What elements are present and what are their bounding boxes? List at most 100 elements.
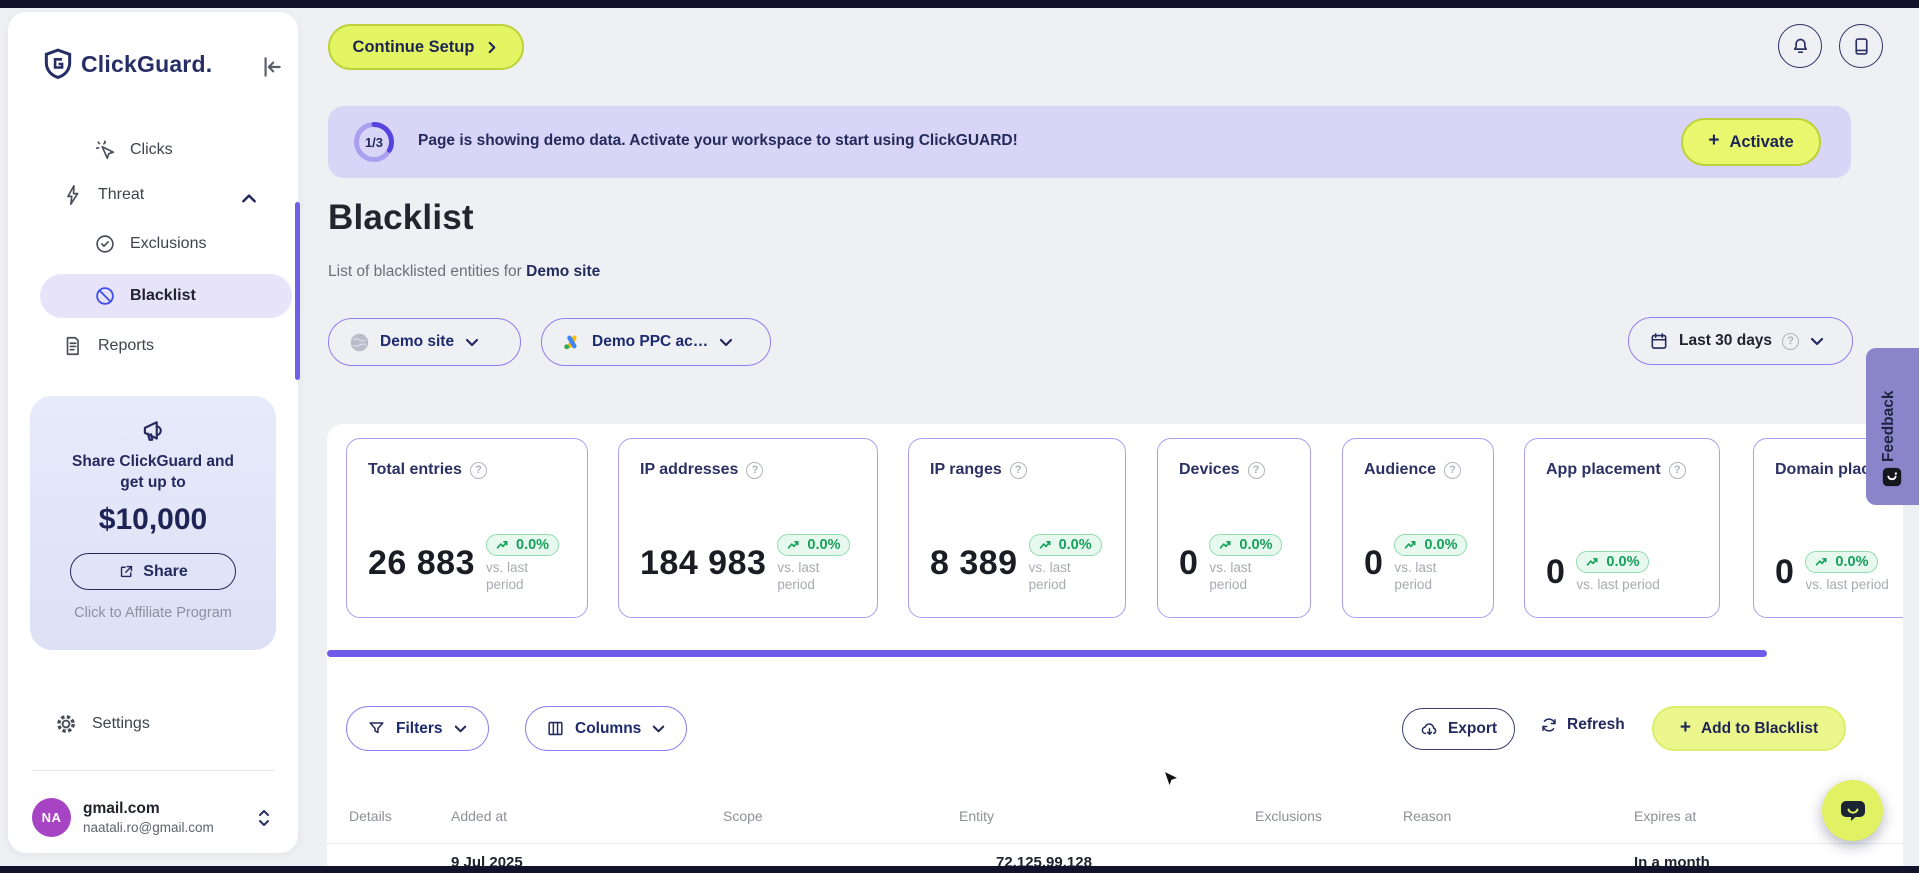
chat-bubble-icon (1840, 800, 1865, 821)
stat-card-devices: Devices? 0 0.0% vs. last period (1157, 438, 1311, 618)
stat-delta-badge: 0.0% (777, 534, 851, 556)
google-ads-icon (564, 335, 577, 350)
stat-card-ip-ranges: IP ranges? 8 389 0.0% vs. last period (908, 438, 1126, 618)
banner-message: Page is showing demo data. Activate your… (418, 132, 1018, 149)
cursor-click-icon (95, 140, 115, 160)
refresh-button[interactable]: Refresh (1540, 716, 1625, 734)
stats-horizontal-scrollbar[interactable] (327, 650, 1767, 657)
help-icon[interactable]: ? (469, 461, 487, 479)
sidebar-item-reports[interactable]: Reports (62, 335, 154, 357)
bell-icon (1793, 38, 1807, 53)
stat-value: 0 (1364, 544, 1384, 582)
columns-icon (548, 721, 563, 736)
sidebar-divider (32, 770, 274, 771)
column-header-entity[interactable]: Entity (959, 808, 994, 824)
trending-up-icon (1039, 540, 1051, 549)
help-icon: ? (1782, 332, 1800, 350)
sidebar-item-blacklist[interactable]: Blacklist (40, 274, 292, 318)
sidebar-collapse-icon[interactable] (258, 54, 284, 80)
filters-button[interactable]: Filters (346, 706, 489, 751)
sidebar-item-settings[interactable]: Settings (54, 712, 150, 736)
help-icon[interactable]: ? (1668, 461, 1686, 479)
chevron-down-icon (1810, 337, 1824, 346)
stat-delta-badge: 0.0% (1805, 551, 1879, 573)
column-header-added-at[interactable]: Added at (451, 808, 507, 824)
trending-up-icon (1816, 557, 1827, 566)
stat-value: 8 389 (930, 544, 1018, 582)
document-icon (66, 336, 79, 356)
ppc-account-value: Demo PPC ac… (592, 333, 709, 350)
help-icon[interactable]: ? (1444, 461, 1462, 479)
stat-vs-label: vs. last period (1576, 577, 1660, 592)
plus-icon: + (1708, 130, 1720, 151)
column-header-exclusions[interactable]: Exclusions (1255, 808, 1322, 824)
affiliate-link[interactable]: Click to Affiliate Program (30, 605, 276, 621)
sidebar-item-exclusions[interactable]: Exclusions (94, 233, 206, 255)
column-header-details[interactable]: Details (349, 808, 392, 824)
stat-vs-label: vs. last period (486, 560, 529, 592)
feedback-tab[interactable]: Feedback (1866, 348, 1919, 505)
date-range-selector[interactable]: Last 30 days ? (1628, 317, 1853, 365)
column-header-scope[interactable]: Scope (723, 808, 763, 824)
column-header-reason[interactable]: Reason (1403, 808, 1451, 824)
sidebar-scrollbar[interactable] (295, 202, 300, 380)
promo-text-line2: get up to (120, 474, 186, 491)
stat-vs-label: vs. last period (1394, 560, 1437, 592)
trending-up-icon (496, 540, 508, 549)
promo-text-line1: Share ClickGuard and (72, 453, 234, 470)
help-icon[interactable]: ? (1247, 461, 1265, 479)
stat-card-ip-addresses: IP addresses? 184 983 0.0% vs. last peri… (618, 438, 878, 618)
activate-button[interactable]: + Activate (1681, 118, 1821, 166)
stat-label: Audience (1364, 461, 1437, 478)
site-selector[interactable]: Demo site (328, 318, 521, 366)
sidebar-item-label: Reports (98, 337, 155, 354)
chevron-up-icon[interactable] (240, 190, 258, 208)
stat-card-audience: Audience? 0 0.0% vs. last period (1342, 438, 1494, 618)
chevron-down-icon (653, 725, 665, 733)
columns-button[interactable]: Columns (525, 706, 688, 751)
date-range-value: Last 30 days (1679, 332, 1773, 349)
cloud-download-icon (1421, 722, 1437, 735)
stat-delta-badge: 0.0% (1394, 534, 1468, 556)
filters-label: Filters (396, 719, 443, 737)
page-subtitle: List of blacklisted entities for Demo si… (328, 263, 600, 281)
continue-setup-button[interactable]: Continue Setup (328, 24, 524, 70)
stat-vs-label: vs. last period (1028, 560, 1071, 592)
book-icon (1854, 37, 1868, 55)
add-to-blacklist-button[interactable]: + Add to Blacklist (1652, 706, 1846, 751)
logo[interactable]: ClickGuard. (44, 48, 212, 80)
sidebar-item-clicks[interactable]: Clicks (94, 139, 173, 161)
trending-up-icon (1220, 540, 1231, 549)
window-top-edge (0, 0, 1919, 8)
setup-progress-label: 1/3 (364, 134, 384, 150)
share-button-label: Share (143, 562, 188, 580)
stat-label: IP addresses (640, 461, 739, 478)
lightning-icon (67, 185, 79, 205)
activate-label: Activate (1729, 132, 1794, 151)
account-switcher[interactable]: NA gmail.com naatali.ro@gmail.com (32, 798, 276, 837)
sidebar-item-label: Settings (92, 715, 150, 732)
help-icon[interactable]: ? (746, 461, 764, 479)
gear-icon (57, 715, 75, 733)
page-subtitle-site: Demo site (526, 263, 601, 280)
help-icon[interactable]: ? (1009, 461, 1027, 479)
share-button[interactable]: Share (70, 553, 236, 590)
column-header-expires-at[interactable]: Expires at (1634, 808, 1696, 824)
ppc-account-selector[interactable]: Demo PPC ac… (541, 318, 771, 366)
setup-progress-ring: 1/3 (352, 120, 396, 164)
window-bottom-edge (0, 866, 1919, 873)
notifications-button[interactable] (1778, 24, 1822, 68)
stat-value: 0 (1179, 544, 1199, 582)
avatar: NA (32, 798, 71, 837)
stat-vs-label: vs. last period (1805, 577, 1889, 592)
sidebar-item-label: Exclusions (130, 235, 207, 252)
refresh-label: Refresh (1567, 716, 1625, 733)
export-button[interactable]: Export (1402, 708, 1515, 750)
chat-launcher-button[interactable] (1822, 780, 1883, 841)
stat-label: IP ranges (930, 461, 1002, 478)
resources-button[interactable] (1839, 24, 1883, 68)
sidebar-item-threat[interactable]: Threat (62, 184, 144, 206)
logo-text: ClickGuard. (81, 50, 213, 77)
clickguard-shield-icon (44, 48, 72, 80)
affiliate-promo-card: Share ClickGuard and get up to $10,000 S… (30, 396, 276, 650)
